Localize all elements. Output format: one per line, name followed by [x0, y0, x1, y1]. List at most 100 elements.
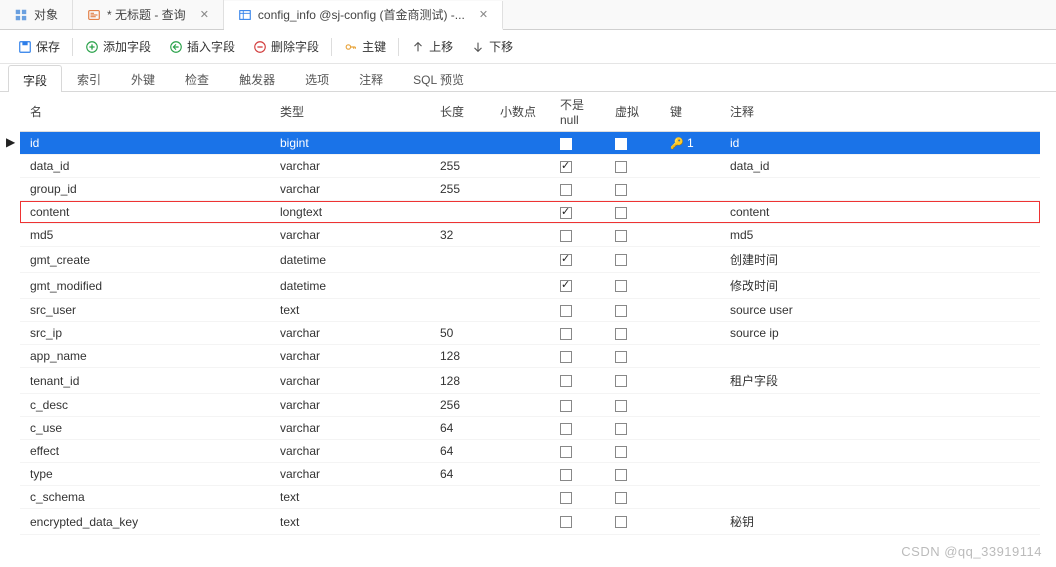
cell-comment[interactable] [720, 417, 1040, 440]
cell-length[interactable] [430, 299, 490, 322]
cell-length[interactable]: 50 [430, 322, 490, 345]
cell-virtual[interactable] [605, 509, 660, 535]
cell-decimal[interactable] [490, 345, 550, 368]
cell-key[interactable] [660, 368, 720, 394]
cell-name[interactable]: src_user [20, 299, 270, 322]
cell-name[interactable]: md5 [20, 224, 270, 247]
header-virtual[interactable]: 虚拟 [605, 92, 660, 132]
sub-tab[interactable]: 索引 [62, 64, 116, 91]
table-row[interactable]: gmt_createdatetime创建时间 [20, 247, 1040, 273]
table-row[interactable]: c_schematext [20, 486, 1040, 509]
cell-key[interactable] [660, 273, 720, 299]
cell-notnull[interactable] [550, 394, 605, 417]
cell-length[interactable]: 256 [430, 394, 490, 417]
cell-type[interactable]: bigint [270, 132, 430, 155]
table-row[interactable]: gmt_modifieddatetime修改时间 [20, 273, 1040, 299]
cell-comment[interactable]: data_id [720, 155, 1040, 178]
header-comment[interactable]: 注释 [720, 92, 1040, 132]
cell-virtual[interactable] [605, 440, 660, 463]
cell-virtual[interactable] [605, 224, 660, 247]
cell-name[interactable]: data_id [20, 155, 270, 178]
checkbox-icon[interactable] [560, 305, 572, 317]
cell-name[interactable]: c_desc [20, 394, 270, 417]
cell-notnull[interactable] [550, 345, 605, 368]
cell-virtual[interactable] [605, 178, 660, 201]
header-name[interactable]: 名 [20, 92, 270, 132]
checkbox-icon[interactable] [615, 423, 627, 435]
cell-notnull[interactable] [550, 417, 605, 440]
cell-length[interactable] [430, 273, 490, 299]
cell-decimal[interactable] [490, 178, 550, 201]
cell-name[interactable]: c_schema [20, 486, 270, 509]
cell-notnull[interactable] [550, 299, 605, 322]
cell-comment[interactable]: content [720, 201, 1040, 224]
cell-type[interactable]: varchar [270, 155, 430, 178]
table-row[interactable]: ▶idbigint🔑 1id [20, 132, 1040, 155]
cell-name[interactable]: ▶id [20, 132, 270, 155]
cell-comment[interactable]: source user [720, 299, 1040, 322]
document-tab[interactable]: * 无标题 - 查询✕ [73, 0, 224, 29]
table-row[interactable]: src_ipvarchar50source ip [20, 322, 1040, 345]
header-length[interactable]: 长度 [430, 92, 490, 132]
cell-notnull[interactable] [550, 201, 605, 224]
checkbox-icon[interactable] [560, 184, 572, 196]
cell-decimal[interactable] [490, 247, 550, 273]
checkbox-icon[interactable] [560, 423, 572, 435]
cell-virtual[interactable] [605, 201, 660, 224]
cell-key[interactable]: 🔑 1 [660, 132, 720, 155]
cell-decimal[interactable] [490, 440, 550, 463]
cell-key[interactable] [660, 178, 720, 201]
cell-key[interactable] [660, 463, 720, 486]
cell-decimal[interactable] [490, 394, 550, 417]
checkbox-icon[interactable] [615, 469, 627, 481]
cell-notnull[interactable] [550, 178, 605, 201]
cell-notnull[interactable] [550, 509, 605, 535]
move-down-button[interactable]: 下移 [463, 34, 521, 59]
checkbox-icon[interactable] [615, 207, 627, 219]
checkbox-icon[interactable] [560, 492, 572, 504]
cell-decimal[interactable] [490, 132, 550, 155]
sub-tab[interactable]: 触发器 [224, 64, 290, 91]
cell-name[interactable]: gmt_modified [20, 273, 270, 299]
cell-key[interactable] [660, 247, 720, 273]
sub-tab[interactable]: 外键 [116, 64, 170, 91]
checkbox-icon[interactable] [560, 328, 572, 340]
document-tab[interactable]: config_info @sj-config (首金商测试) -...✕ [224, 1, 503, 30]
cell-length[interactable]: 64 [430, 463, 490, 486]
table-row[interactable]: group_idvarchar255 [20, 178, 1040, 201]
cell-key[interactable] [660, 345, 720, 368]
cell-length[interactable] [430, 201, 490, 224]
cell-name[interactable]: gmt_create [20, 247, 270, 273]
cell-decimal[interactable] [490, 299, 550, 322]
cell-virtual[interactable] [605, 345, 660, 368]
cell-virtual[interactable] [605, 155, 660, 178]
table-row[interactable]: tenant_idvarchar128租户字段 [20, 368, 1040, 394]
cell-type[interactable]: varchar [270, 224, 430, 247]
checkbox-icon[interactable] [560, 207, 572, 219]
cell-notnull[interactable] [550, 440, 605, 463]
cell-type[interactable]: text [270, 509, 430, 535]
header-type[interactable]: 类型 [270, 92, 430, 132]
cell-key[interactable] [660, 299, 720, 322]
cell-type[interactable]: datetime [270, 273, 430, 299]
cell-decimal[interactable] [490, 322, 550, 345]
add-field-button[interactable]: 添加字段 [77, 34, 159, 59]
cell-length[interactable] [430, 509, 490, 535]
cell-length[interactable]: 128 [430, 368, 490, 394]
cell-comment[interactable] [720, 440, 1040, 463]
cell-virtual[interactable] [605, 417, 660, 440]
cell-key[interactable] [660, 486, 720, 509]
header-notnull[interactable]: 不是 null [550, 92, 605, 132]
cell-decimal[interactable] [490, 509, 550, 535]
checkbox-icon[interactable] [560, 254, 572, 266]
table-row[interactable]: encrypted_data_keytext秘钥 [20, 509, 1040, 535]
cell-decimal[interactable] [490, 201, 550, 224]
cell-virtual[interactable] [605, 368, 660, 394]
cell-comment[interactable] [720, 178, 1040, 201]
checkbox-icon[interactable] [615, 351, 627, 363]
cell-notnull[interactable] [550, 224, 605, 247]
document-tab[interactable]: 对象 [0, 0, 73, 29]
cell-virtual[interactable] [605, 463, 660, 486]
cell-notnull[interactable] [550, 273, 605, 299]
cell-notnull[interactable] [550, 322, 605, 345]
